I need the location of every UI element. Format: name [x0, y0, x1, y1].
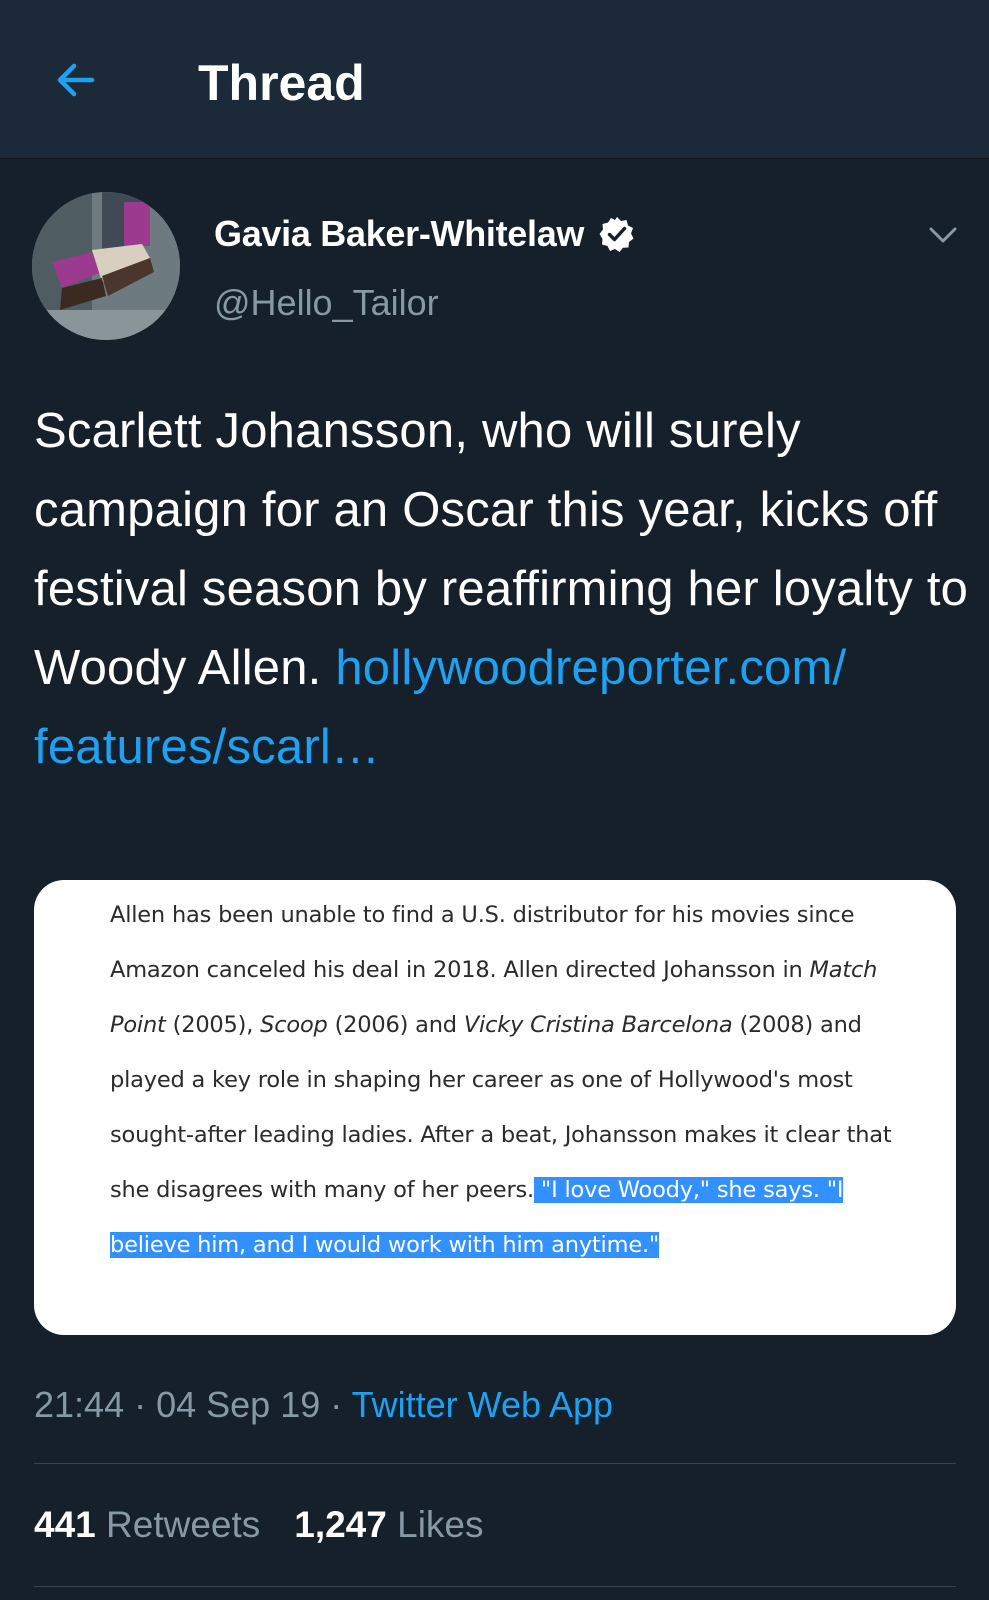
author-name[interactable]: Gavia Baker-Whitelaw — [214, 213, 584, 255]
author-row: Gavia Baker-Whitelaw — [214, 212, 636, 256]
tweet-meta: 21:44 · 04 Sep 19 · Twitter Web App — [34, 1384, 614, 1425]
verified-badge-icon — [599, 217, 634, 252]
quote-image-card[interactable]: Allen has been unable to find a U.S. dis… — [34, 880, 956, 1335]
excerpt-text-4: (2008) and played a key role in shaping … — [110, 1012, 892, 1203]
film-title-vicky-cristina-barcelona: Vicky Cristina Barcelona — [463, 1012, 733, 1038]
avatar[interactable] — [32, 192, 180, 340]
tweet-stats: 441 Retweets 1,247 Likes — [34, 1504, 484, 1546]
excerpt-text-2: (2005), — [165, 1012, 261, 1038]
retweets-label: Retweets — [106, 1504, 261, 1545]
top-bar: Thread — [0, 0, 989, 159]
tweet-link-part1[interactable]: hollywoodreporter.com/ — [335, 641, 846, 695]
likes-label: Likes — [397, 1504, 484, 1545]
likes-count: 1,247 — [294, 1504, 387, 1545]
retweets-count: 441 — [34, 1504, 96, 1545]
divider — [34, 1586, 956, 1587]
film-title-scoop: Scoop — [260, 1012, 328, 1038]
chevron-down-icon — [929, 227, 957, 243]
retweets-stat[interactable]: 441 Retweets — [34, 1504, 260, 1546]
tweet-time: 21:44 — [34, 1384, 125, 1425]
tweet-link-part2[interactable]: features/scarl… — [34, 720, 380, 774]
arrow-left-icon — [57, 63, 95, 97]
excerpt-text-1: Allen has been unable to find a U.S. dis… — [110, 902, 855, 983]
avatar-photo — [32, 192, 180, 340]
tweet-menu-button[interactable] — [918, 218, 968, 252]
author-handle[interactable]: @Hello_Tailor — [214, 282, 439, 324]
likes-stat[interactable]: 1,247 Likes — [294, 1504, 483, 1546]
back-button[interactable] — [46, 50, 106, 110]
divider — [34, 1463, 956, 1464]
article-excerpt: Allen has been unable to find a U.S. dis… — [110, 888, 910, 1273]
page-title: Thread — [198, 55, 365, 111]
tweet-date: 04 Sep 19 — [156, 1384, 321, 1425]
excerpt-text-3: (2006) and — [327, 1012, 464, 1038]
tweet-source-link[interactable]: Twitter Web App — [352, 1384, 613, 1425]
tweet-text: Scarlett Johansson, who will surely camp… — [34, 392, 969, 787]
